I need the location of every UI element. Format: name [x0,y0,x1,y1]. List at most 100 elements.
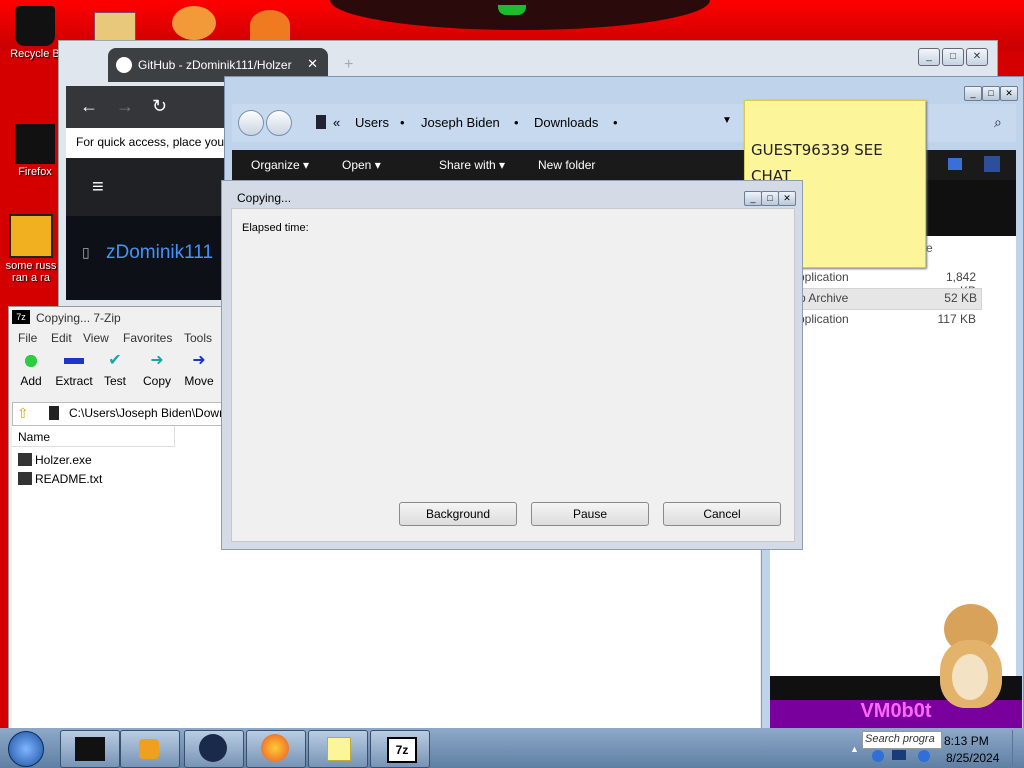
elapsed-time-label: Elapsed time: [242,222,309,234]
path-input[interactable]: C:\Users\Joseph Biden\Down [69,406,226,420]
taskbar-app-browser[interactable] [184,730,244,768]
breadcrumb-separator: • [400,115,405,130]
folder-up-icon[interactable]: ⇧ [17,405,29,422]
share-with-button[interactable]: Share with ▾ [439,158,505,172]
preview-pane-icon[interactable] [984,156,1000,172]
show-hidden-icons[interactable]: ▲ [850,744,859,754]
new-folder-button[interactable]: New folder [538,158,595,172]
start-button[interactable] [0,728,56,768]
back-icon[interactable] [238,110,264,136]
breadcrumb-separator: • [514,115,519,130]
dialog-body [231,208,795,542]
copy-button[interactable]: ➜ Copy [137,352,177,388]
plus-icon [21,352,41,370]
clock-date[interactable]: 8/25/2024 [946,751,999,765]
minimize-icon[interactable]: _ [744,191,762,206]
desktop-icon-label: Firefox [18,166,52,178]
taskbar-app-firefox[interactable] [246,730,306,768]
maximize-icon[interactable]: □ [942,48,964,66]
minimize-icon[interactable]: _ [964,86,982,101]
browser-tab-title: GitHub - zDominik111/Holzer [138,58,292,72]
test-button[interactable]: ✔ Test [95,352,135,388]
breadcrumb-users[interactable]: Users [355,115,389,130]
search-icon[interactable]: ⌕ [994,114,1002,131]
7zip-icon: 7z [12,310,30,324]
start-search-box[interactable]: Search progra [862,731,942,749]
breadcrumb-user[interactable]: Joseph Biden [421,115,500,130]
desktop-icon-label: some russ ran a ra [5,260,57,284]
firefox-icon [15,124,55,164]
menu-view[interactable]: View [83,331,109,345]
exe-file-icon [18,453,32,466]
breadcrumb-downloads[interactable]: Downloads [534,115,598,130]
maximize-icon[interactable]: □ [761,191,779,206]
organize-button[interactable]: Organize ▾ [251,158,309,172]
table-row[interactable]: Holzer.exe [18,452,198,468]
bookmarks-hint: For quick access, place your [76,135,226,149]
view-options-icon[interactable] [948,158,962,170]
sticky-notes-icon [327,737,351,761]
minus-icon [64,358,84,364]
folder-icon[interactable] [94,12,136,42]
maximize-icon[interactable]: □ [982,86,1000,101]
taskbar-app-sticky-notes[interactable] [308,730,368,768]
desktop-icon-file[interactable]: some russ ran a ra [0,214,62,284]
drive-icon [316,115,326,129]
pause-button[interactable]: Pause [531,502,649,526]
app-icon[interactable] [172,6,216,40]
breadcrumb-separator: • [613,115,618,130]
hamburger-menu-icon[interactable]: ≡ [92,176,104,199]
close-icon[interactable]: ✕ [778,191,796,206]
menu-edit[interactable]: Edit [51,331,72,345]
menu-tools[interactable]: Tools [184,331,212,345]
extract-button[interactable]: Extract [54,352,94,388]
column-header-fragment[interactable]: e [926,241,933,255]
recycle-bin-icon [15,6,55,46]
reload-icon[interactable]: ↻ [152,96,167,117]
close-icon[interactable]: ✕ [1000,86,1018,101]
app-icon[interactable] [250,10,290,40]
check-icon: ✔ [108,352,122,369]
close-tab-icon[interactable]: ✕ [307,56,318,72]
move-button[interactable]: ➜ Move [179,352,219,388]
browser-icon [199,734,227,762]
menu-favorites[interactable]: Favorites [123,331,172,345]
breadcrumb-overflow[interactable]: « [333,115,340,130]
taskbar-app-media[interactable] [120,730,180,768]
table-row[interactable]: README.txt [18,471,198,487]
network-icon[interactable] [872,750,884,762]
windows-logo-icon [8,731,44,767]
wallpaper-green-accent [498,5,526,15]
cancel-button[interactable]: Cancel [663,502,781,526]
bookmarks-bar: For quick access, place your [66,128,226,158]
firefox-icon [261,734,289,762]
taskbar-app-7zip[interactable]: 7z [370,730,430,768]
forward-icon[interactable]: → [116,96,134,117]
window-title: Copying... 7-Zip [36,311,121,325]
repo-icon: ▯ [82,244,90,260]
txt-file-icon [18,472,32,485]
taskbar-app-explorer[interactable] [60,730,120,768]
menu-file[interactable]: File [18,331,37,345]
drive-icon [49,406,59,420]
background-button[interactable]: Background [399,502,517,526]
repo-owner-link[interactable]: zDominik111 [106,242,213,264]
clock-time[interactable]: 8:13 PM [944,734,989,748]
address-dropdown-icon[interactable]: ▼ [722,115,732,126]
minimize-icon[interactable]: _ [918,48,940,66]
forward-icon[interactable] [266,110,292,136]
add-button[interactable]: Add [11,352,51,388]
hamster-mascot[interactable] [936,604,1006,708]
volume-icon[interactable] [918,750,930,762]
github-icon [116,57,132,73]
open-button[interactable]: Open ▾ [342,158,381,172]
media-player-icon [139,739,159,759]
folder-icon [75,737,105,761]
new-tab-button[interactable]: + [344,56,353,74]
column-header-name[interactable]: Name [12,426,175,447]
github-header: ≡ [66,160,226,216]
display-icon[interactable] [892,750,906,760]
show-desktop-button[interactable] [1012,730,1023,766]
close-icon[interactable]: ✕ [966,48,988,66]
back-icon[interactable]: ← [80,96,98,117]
